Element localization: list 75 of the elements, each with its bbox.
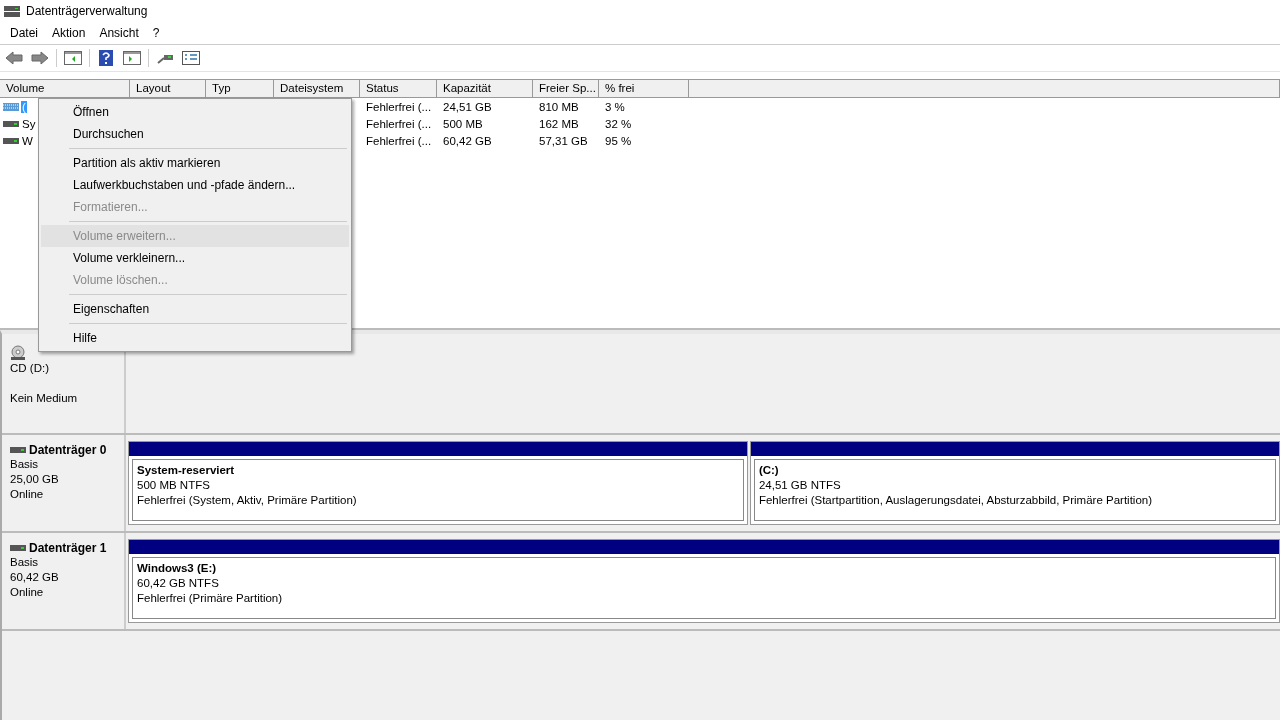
partition-block[interactable]: (C:) 24,51 GB NTFS Fehlerfrei (Startpartition, Auslagerungsdatei, Absturzabbild, Primäre Partition) (749, 441, 1280, 525)
context-menu-item[interactable]: Durchsuchen (41, 123, 349, 145)
console-tree-button[interactable] (63, 49, 83, 67)
panel-icon (123, 51, 141, 65)
partition-size: 500 MB NTFS (137, 478, 211, 493)
partition-status: Fehlerfrei (Startpartition, Auslagerungsdatei, Absturzabbild, Primäre Partition) (758, 493, 1153, 508)
context-menu-item[interactable]: Volume verkleinern... (41, 247, 349, 269)
partition-name: Windows3 (E:) (137, 561, 218, 576)
column-header[interactable]: Typ (206, 80, 274, 97)
properties-button[interactable] (181, 49, 201, 67)
table-cell-text: 810 MB (538, 100, 580, 113)
checklist-icon (182, 51, 200, 65)
column-header[interactable]: % frei (599, 80, 689, 97)
partition-size: 60,42 GB NTFS (137, 576, 220, 591)
menu-item[interactable]: ? (152, 26, 170, 40)
column-header[interactable]: Status (360, 80, 437, 97)
partition-status: Fehlerfrei (Primäre Partition) (137, 591, 284, 606)
forward-arrow-icon (31, 51, 49, 65)
disk-name: Datenträger 0 (29, 443, 107, 457)
table-cell-text: Fehlerfrei (... (365, 134, 433, 147)
window-title: Datenträgerverwaltung (26, 4, 148, 18)
table-cell-text: 32 % (604, 117, 633, 130)
partition-block[interactable]: System-reserviert 500 MB NTFS Fehlerfrei (System, Aktiv, Primäre Partition) (128, 441, 748, 525)
menu-item[interactable]: Ansicht (99, 26, 149, 40)
volume-name[interactable]: W (21, 134, 34, 147)
table-cell-text: Fehlerfrei (... (365, 100, 433, 113)
disk-info: 60,42 GB (10, 570, 60, 585)
context-menu-item[interactable]: Partition als aktiv markieren (41, 152, 349, 174)
partition-name: (C:) (758, 463, 780, 478)
disk-drive-icon (10, 446, 26, 454)
table-cell-text: 57,31 GB (538, 134, 589, 147)
column-header[interactable]: Volume (0, 80, 130, 97)
column-header[interactable]: Dateisystem (274, 80, 360, 97)
column-header[interactable]: Layout (130, 80, 206, 97)
disk-info: Basis (10, 555, 40, 570)
table-cell-text: 24,51 GB (442, 100, 493, 113)
back-button[interactable] (4, 49, 24, 67)
disk-drive-icon (3, 136, 19, 145)
disk-drive-icon (3, 119, 19, 128)
partition-name: System-reserviert (137, 463, 236, 478)
disk-management-icon (4, 4, 20, 18)
table-cell-text: 162 MB (538, 117, 580, 130)
table-cell-text: Fehlerfrei (... (365, 117, 433, 130)
disk-name: Datenträger 1 (29, 541, 107, 555)
volume-name[interactable]: Sy (21, 117, 37, 130)
help-icon (99, 50, 113, 66)
action-pane-button[interactable] (122, 49, 142, 67)
table-cell-text: 95 % (604, 134, 633, 147)
cd-drive-icon (10, 345, 26, 361)
disk-info: 25,00 GB (10, 472, 60, 487)
context-menu-item[interactable]: Hilfe (41, 327, 349, 349)
table-cell-text: 60,42 GB (442, 134, 493, 147)
context-menu-item[interactable]: Laufwerkbuchstaben und -pfade ändern... (41, 174, 349, 196)
disk-info: Online (10, 487, 45, 502)
back-arrow-icon (5, 51, 23, 65)
partition-status: Fehlerfrei (System, Aktiv, Primäre Partition) (137, 493, 358, 508)
disk-info: CD (D:) (10, 361, 50, 376)
striped-volume-icon (3, 102, 19, 111)
context-menu-item[interactable]: Öffnen (41, 101, 349, 123)
menu-item[interactable]: Datei (10, 26, 48, 40)
partition-block[interactable]: Windows3 (E:) 60,42 GB NTFS Fehlerfrei (Primäre Partition) (128, 539, 1280, 623)
panel-icon (64, 51, 82, 65)
disk-drive-icon (10, 544, 26, 552)
table-cell-text: 3 % (604, 100, 626, 113)
disk-info: Online (10, 585, 45, 600)
column-header[interactable]: Kapazität (437, 80, 533, 97)
column-header[interactable]: Freier Sp... (533, 80, 599, 97)
table-cell-text: 500 MB (442, 117, 484, 130)
forward-button[interactable] (30, 49, 50, 67)
menu-item[interactable]: Aktion (52, 26, 96, 40)
partition-size: 24,51 GB NTFS (758, 478, 842, 493)
disk-info: Kein Medium (10, 391, 79, 406)
disk-info: Basis (10, 457, 40, 472)
help-button[interactable] (96, 49, 116, 67)
context-menu-item[interactable]: Eigenschaften (41, 298, 349, 320)
